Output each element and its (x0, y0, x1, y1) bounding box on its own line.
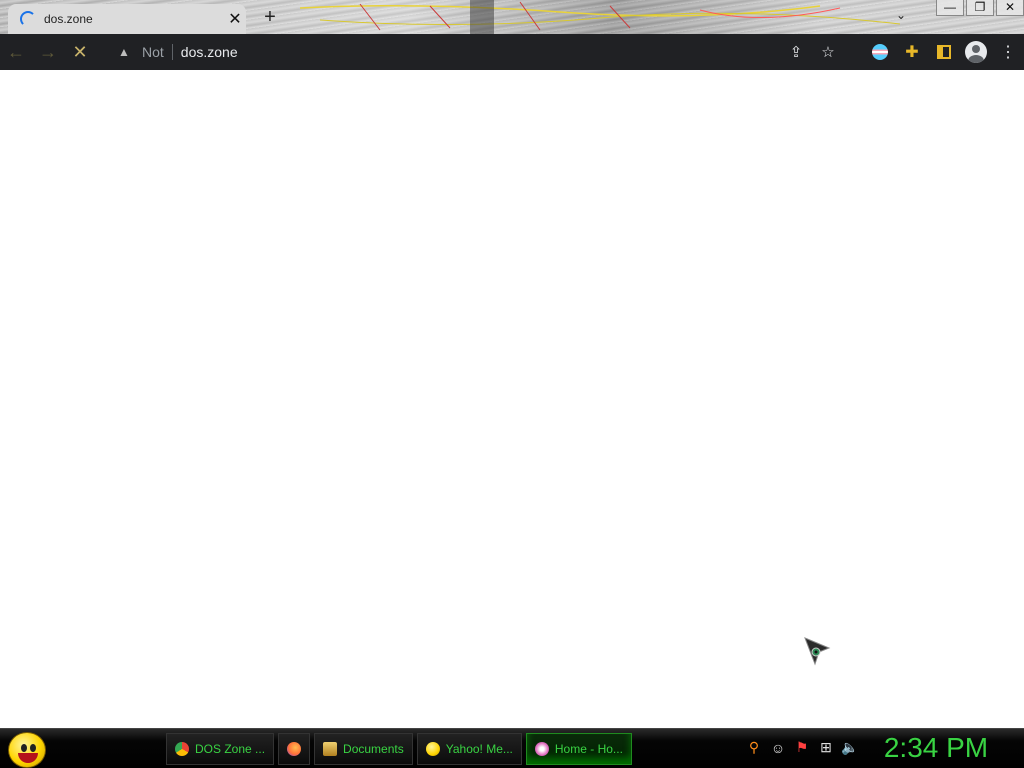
task-label: Documents (343, 742, 404, 756)
start-smiley-left-eye (21, 744, 27, 752)
start-button[interactable] (8, 732, 46, 768)
kebab-menu-icon: ⋮ (1000, 44, 1016, 61)
task-label: DOS Zone ... (195, 742, 266, 756)
task-label: Yahoo! Me... (445, 742, 513, 756)
home-icon (534, 742, 549, 756)
task-label: Home - Ho... (554, 742, 623, 756)
minimize-button[interactable]: — (936, 0, 964, 16)
new-tab-button[interactable]: + (258, 6, 282, 30)
back-button[interactable]: ← (0, 36, 32, 68)
documents-icon (323, 742, 338, 756)
browser-toolbar: ← → ✕ ▲ Not dos.zone ⇪ ☆ ✚ ⋮ (0, 34, 1024, 70)
puzzle-icon: ✚ (905, 44, 919, 61)
search-icon[interactable]: ⚲ (742, 739, 766, 756)
stop-loading-button[interactable]: ✕ (64, 36, 96, 68)
profile-avatar-icon (965, 41, 987, 63)
action-center-flag-icon[interactable]: ⚑ (790, 739, 814, 756)
taskbar-clock[interactable]: 2:34 PM (880, 732, 992, 764)
close-window-button[interactable]: ✕ (996, 0, 1024, 16)
page-viewport[interactable] (0, 70, 1024, 728)
task-firefox[interactable] (278, 733, 311, 765)
address-bar-actions: ⇪ ☆ (780, 38, 844, 66)
extension-flag-button[interactable] (864, 36, 896, 68)
url-text[interactable]: dos.zone (181, 44, 238, 60)
network-icon[interactable]: ⊞ (814, 739, 838, 756)
task-dos-zone[interactable]: DOS Zone ... (166, 733, 275, 765)
bookmark-star-icon[interactable]: ☆ (812, 43, 844, 61)
side-panel-icon (937, 45, 951, 59)
loading-spinner-icon (20, 11, 36, 27)
window-controls: — ❐ ✕ (934, 0, 1024, 18)
tab-close-icon[interactable]: ✕ (224, 9, 246, 29)
yahoo-messenger-icon (425, 742, 440, 756)
restore-button[interactable]: ❐ (966, 0, 994, 16)
security-label[interactable]: Not (142, 44, 164, 60)
start-smiley-right-eye (30, 744, 36, 752)
tab-search-icon[interactable]: ⌄ (896, 8, 906, 22)
flag-icon (872, 44, 888, 60)
taskbar: DOS Zone ... Documents Yahoo! Me... Home… (0, 728, 1024, 768)
side-panel-button[interactable] (928, 36, 960, 68)
toolbar-actions: ✚ ⋮ (864, 34, 1024, 70)
volume-icon[interactable]: 🔈 (838, 739, 862, 756)
extensions-button[interactable]: ✚ (896, 36, 928, 68)
warning-icon[interactable]: ▲ (118, 45, 134, 59)
share-icon[interactable]: ⇪ (780, 43, 812, 61)
address-bar[interactable]: ▲ Not dos.zone ⇪ ☆ (110, 38, 850, 66)
browser-tab[interactable]: dos.zone ✕ (8, 4, 246, 34)
task-home[interactable]: Home - Ho... (525, 733, 632, 765)
task-documents[interactable]: Documents (314, 733, 413, 765)
start-smiley-mouth (18, 753, 38, 763)
forward-button[interactable]: → (32, 36, 64, 68)
divider (171, 44, 173, 60)
tab-title: dos.zone (44, 12, 93, 26)
browser-titlebar: dos.zone ✕ + ⌄ — ❐ ✕ (0, 0, 1024, 34)
task-yahoo-messenger[interactable]: Yahoo! Me... (416, 733, 522, 765)
taskbar-tasks: DOS Zone ... Documents Yahoo! Me... Home… (166, 733, 636, 765)
chrome-icon (175, 742, 189, 756)
system-tray: ⚲ ☺ ⚑ ⊞ 🔈 (742, 739, 862, 756)
mouse-cursor-icon (804, 637, 831, 666)
browser-menu-button[interactable]: ⋮ (992, 36, 1024, 68)
messenger-tray-icon[interactable]: ☺ (766, 740, 790, 756)
firefox-icon (287, 742, 302, 756)
profile-button[interactable] (960, 36, 992, 68)
